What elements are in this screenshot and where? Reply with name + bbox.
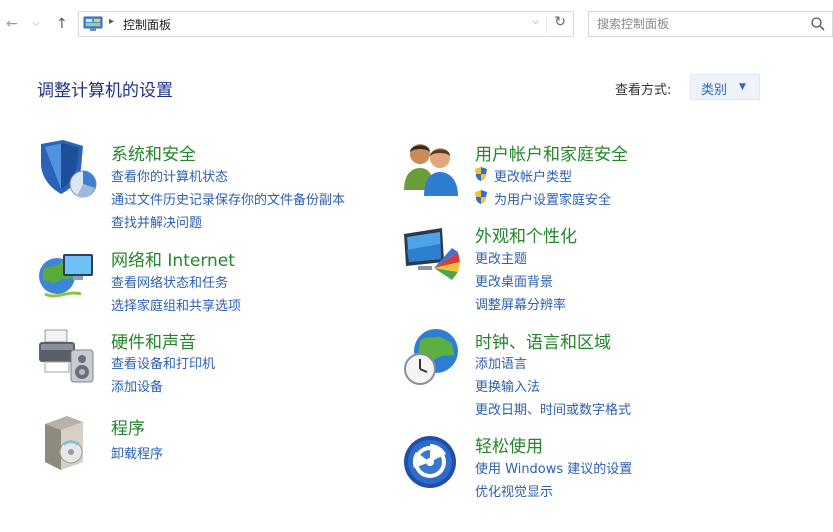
page-title: 调整计算机的设置 <box>37 81 173 101</box>
refresh-icon[interactable]: ↻ <box>554 14 566 30</box>
link-troubleshoot[interactable]: 查找并解决问题 <box>111 212 202 231</box>
users-icon[interactable] <box>402 138 462 198</box>
address-toolbar: ← ⌵ ↑ ▸ 控制面板 ⌵ ↻ <box>0 0 833 52</box>
category-network-internet: 网络和 Internet 查看网络状态和任务 选择家庭组和共享选项 <box>37 244 367 316</box>
category-title[interactable]: 网络和 Internet <box>111 246 235 271</box>
view-by-dropdown[interactable]: 类别 ▼ <box>690 74 760 100</box>
uac-shield-icon <box>475 190 487 204</box>
dropdown-arrow-icon: ▼ <box>739 82 746 92</box>
arrow-up-icon[interactable]: ↑ <box>56 14 68 34</box>
link-family-safety[interactable]: 为用户设置家庭安全 <box>494 189 611 208</box>
search-icon[interactable] <box>810 16 826 32</box>
category-system-security: 系统和安全 查看你的计算机状态 通过文件历史记录保存你的文件备份副本 查找并解决… <box>37 138 397 231</box>
link-optimize-visual-display[interactable]: 优化视觉显示 <box>475 481 553 500</box>
breadcrumb-control-panel[interactable]: 控制面板 <box>123 16 171 33</box>
category-clock-language-region: 时钟、语言和区域 添加语言 更换输入法 更改日期、时间或数字格式 <box>402 327 702 419</box>
category-title[interactable]: 用户帐户和家庭安全 <box>475 140 628 165</box>
link-change-input-method[interactable]: 更换输入法 <box>475 376 540 395</box>
search-box[interactable] <box>588 11 833 37</box>
link-homegroup-sharing[interactable]: 选择家庭组和共享选项 <box>111 295 241 314</box>
clock-globe-icon[interactable] <box>402 327 462 387</box>
ease-of-access-icon[interactable] <box>402 432 462 492</box>
category-title[interactable]: 硬件和声音 <box>111 328 196 353</box>
category-title[interactable]: 轻松使用 <box>475 432 543 457</box>
category-title[interactable]: 系统和安全 <box>111 140 196 165</box>
link-add-language[interactable]: 添加语言 <box>475 353 527 372</box>
category-title[interactable]: 程序 <box>111 414 145 439</box>
link-view-computer-status[interactable]: 查看你的计算机状态 <box>111 166 228 185</box>
control-panel-icon <box>83 16 103 31</box>
display-palette-icon[interactable] <box>402 222 462 282</box>
address-dropdown-icon[interactable]: ⌵ <box>532 17 539 27</box>
category-appearance: 外观和个性化 更改主题 更改桌面背景 调整屏幕分辨率 <box>402 222 702 314</box>
link-uninstall-program[interactable]: 卸载程序 <box>111 443 163 462</box>
link-file-history-backup[interactable]: 通过文件历史记录保存你的文件备份副本 <box>111 189 345 208</box>
link-add-device[interactable]: 添加设备 <box>111 376 163 395</box>
link-devices-printers[interactable]: 查看设备和打印机 <box>111 353 215 372</box>
search-input[interactable] <box>597 15 797 33</box>
program-box-icon[interactable] <box>37 412 97 472</box>
link-change-theme[interactable]: 更改主题 <box>475 248 527 267</box>
divider <box>546 16 547 33</box>
arrow-left-icon[interactable]: ← <box>6 14 18 34</box>
uac-shield-icon <box>475 167 487 181</box>
category-title[interactable]: 外观和个性化 <box>475 222 577 247</box>
category-title[interactable]: 时钟、语言和区域 <box>475 328 611 353</box>
link-change-account-type[interactable]: 更改帐户类型 <box>494 166 572 185</box>
address-bar[interactable]: ▸ 控制面板 ⌵ ↻ <box>78 11 574 37</box>
link-network-status[interactable]: 查看网络状态和任务 <box>111 272 228 291</box>
network-globe-icon[interactable] <box>37 244 97 304</box>
shield-pie-icon[interactable] <box>37 138 97 198</box>
category-hardware-sound: 硬件和声音 查看设备和打印机 添加设备 <box>37 326 367 398</box>
category-ease-of-access: 轻松使用 使用 Windows 建议的设置 优化视觉显示 <box>402 432 702 504</box>
category-programs: 程序 卸载程序 <box>37 412 367 476</box>
view-by-value: 类别 <box>701 83 728 98</box>
breadcrumb-separator: ▸ <box>109 16 115 27</box>
chevron-down-icon[interactable]: ⌵ <box>32 14 40 34</box>
link-adjust-resolution[interactable]: 调整屏幕分辨率 <box>475 294 566 313</box>
link-recommended-settings[interactable]: 使用 Windows 建议的设置 <box>475 458 632 477</box>
category-user-accounts: 用户帐户和家庭安全 更改帐户类型 为用户设置家庭安全 <box>402 138 702 210</box>
printer-speaker-icon[interactable] <box>37 326 97 386</box>
view-by-label: 查看方式: <box>615 83 672 98</box>
link-date-time-format[interactable]: 更改日期、时间或数字格式 <box>475 399 631 418</box>
link-change-desktop-background[interactable]: 更改桌面背景 <box>475 271 553 290</box>
